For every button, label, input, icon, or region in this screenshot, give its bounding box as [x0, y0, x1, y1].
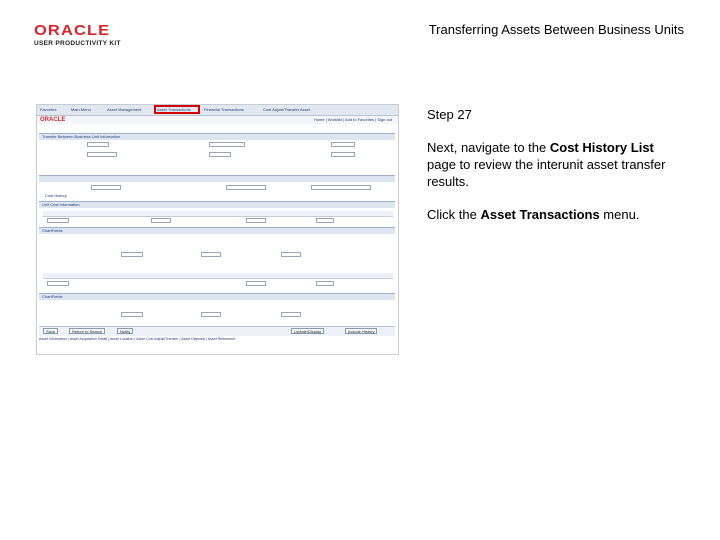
- save-button[interactable]: Save: [43, 328, 59, 334]
- include-history-button[interactable]: Include History: [345, 328, 378, 334]
- cost-section-header: [39, 175, 395, 182]
- grid-row: [41, 312, 393, 318]
- chartfields-header-2: ChartFields: [39, 293, 395, 300]
- field[interactable]: [91, 185, 121, 190]
- cost-history-link[interactable]: Cost History: [45, 193, 67, 198]
- field[interactable]: [87, 142, 109, 147]
- chartfields-title-2: ChartFields: [42, 294, 63, 299]
- field[interactable]: [209, 142, 245, 147]
- field[interactable]: [201, 252, 221, 257]
- nav-asset-management[interactable]: Asset Management: [107, 107, 141, 113]
- form-row-2: [41, 152, 393, 158]
- step-number: Step 27: [427, 107, 472, 122]
- application-screenshot: Favorites Main Menu Asset Management Ass…: [36, 104, 399, 355]
- text-segment: Next, navigate to the: [427, 140, 550, 155]
- form-row-3: [41, 185, 393, 191]
- field[interactable]: [201, 312, 221, 317]
- field[interactable]: [121, 252, 143, 257]
- chartfields-header-1: ChartFields: [39, 227, 395, 234]
- footer-links[interactable]: Asset Information | Asset Acquisition De…: [39, 337, 395, 342]
- section-title: Transfer Between Business Unit Informati…: [42, 134, 121, 139]
- bold-term: Cost History List: [549, 140, 654, 155]
- field[interactable]: [316, 218, 334, 223]
- document-title: Transferring Assets Between Business Uni…: [428, 22, 684, 37]
- update-display-button[interactable]: Update/Display: [291, 328, 325, 334]
- grid-header-2: [43, 273, 393, 279]
- bold-term: Asset Transactions: [480, 207, 600, 222]
- field[interactable]: [311, 185, 371, 190]
- field[interactable]: [246, 281, 266, 286]
- text-segment: Click the: [427, 207, 481, 222]
- field[interactable]: [316, 281, 334, 286]
- notify-button[interactable]: Notify: [117, 328, 134, 334]
- oracle-upk-logo: ORACLE USER PRODUCTIVITY KIT: [34, 22, 128, 47]
- field[interactable]: [47, 281, 69, 286]
- grid-row: [41, 218, 393, 224]
- logo-upk-text: USER PRODUCTIVITY KIT: [34, 40, 121, 47]
- mini-oracle-logo: ORACLE: [40, 117, 66, 123]
- field[interactable]: [87, 152, 117, 157]
- field[interactable]: [331, 142, 355, 147]
- form-row-1: [41, 142, 393, 148]
- asset-transactions-highlight[interactable]: [154, 105, 200, 114]
- field[interactable]: [209, 152, 231, 157]
- field[interactable]: [151, 218, 171, 223]
- nav-financial-transactions[interactable]: Financial Transactions: [204, 107, 244, 113]
- return-to-search-button[interactable]: Return to Search: [69, 328, 106, 334]
- text-segment: menu.: [599, 207, 640, 222]
- page-toolbar: Save Return to Search Notify Update/Disp…: [39, 326, 395, 336]
- grid-header: [43, 211, 393, 217]
- logo-oracle-text: ORACLE: [34, 22, 111, 39]
- nav-main-menu[interactable]: Main Menu: [71, 107, 91, 113]
- instruction-paragraph-1: Next, navigate to the Cost History List …: [427, 139, 683, 190]
- field[interactable]: [281, 312, 301, 317]
- field[interactable]: [331, 152, 355, 157]
- chartfields-title: ChartFields: [42, 228, 63, 233]
- field[interactable]: [246, 218, 266, 223]
- nav-cost-adjust-transfer[interactable]: Cost Adjust/Transfer Asset: [263, 107, 310, 113]
- field[interactable]: [121, 312, 143, 317]
- instruction-panel: Step 27 Next, navigate to the Cost Histo…: [427, 106, 683, 239]
- text-segment: page to review the interunit asset trans…: [427, 157, 666, 189]
- breadcrumb-nav: Favorites Main Menu Asset Management Ass…: [37, 105, 398, 116]
- field[interactable]: [47, 218, 69, 223]
- unit-cost-title: Unit Cost Information: [42, 202, 80, 207]
- nav-favorites[interactable]: Favorites: [40, 107, 56, 113]
- instruction-paragraph-2: Click the Asset Transactions menu.: [427, 206, 683, 223]
- header-links[interactable]: Home | Worklist | Add to Favorites | Sig…: [314, 117, 392, 122]
- grid-row: [41, 252, 393, 258]
- grid-row: [41, 281, 393, 287]
- field[interactable]: [281, 252, 301, 257]
- section-header: Transfer Between Business Unit Informati…: [39, 133, 395, 140]
- unit-cost-header: Unit Cost Information: [39, 201, 395, 208]
- field[interactable]: [226, 185, 266, 190]
